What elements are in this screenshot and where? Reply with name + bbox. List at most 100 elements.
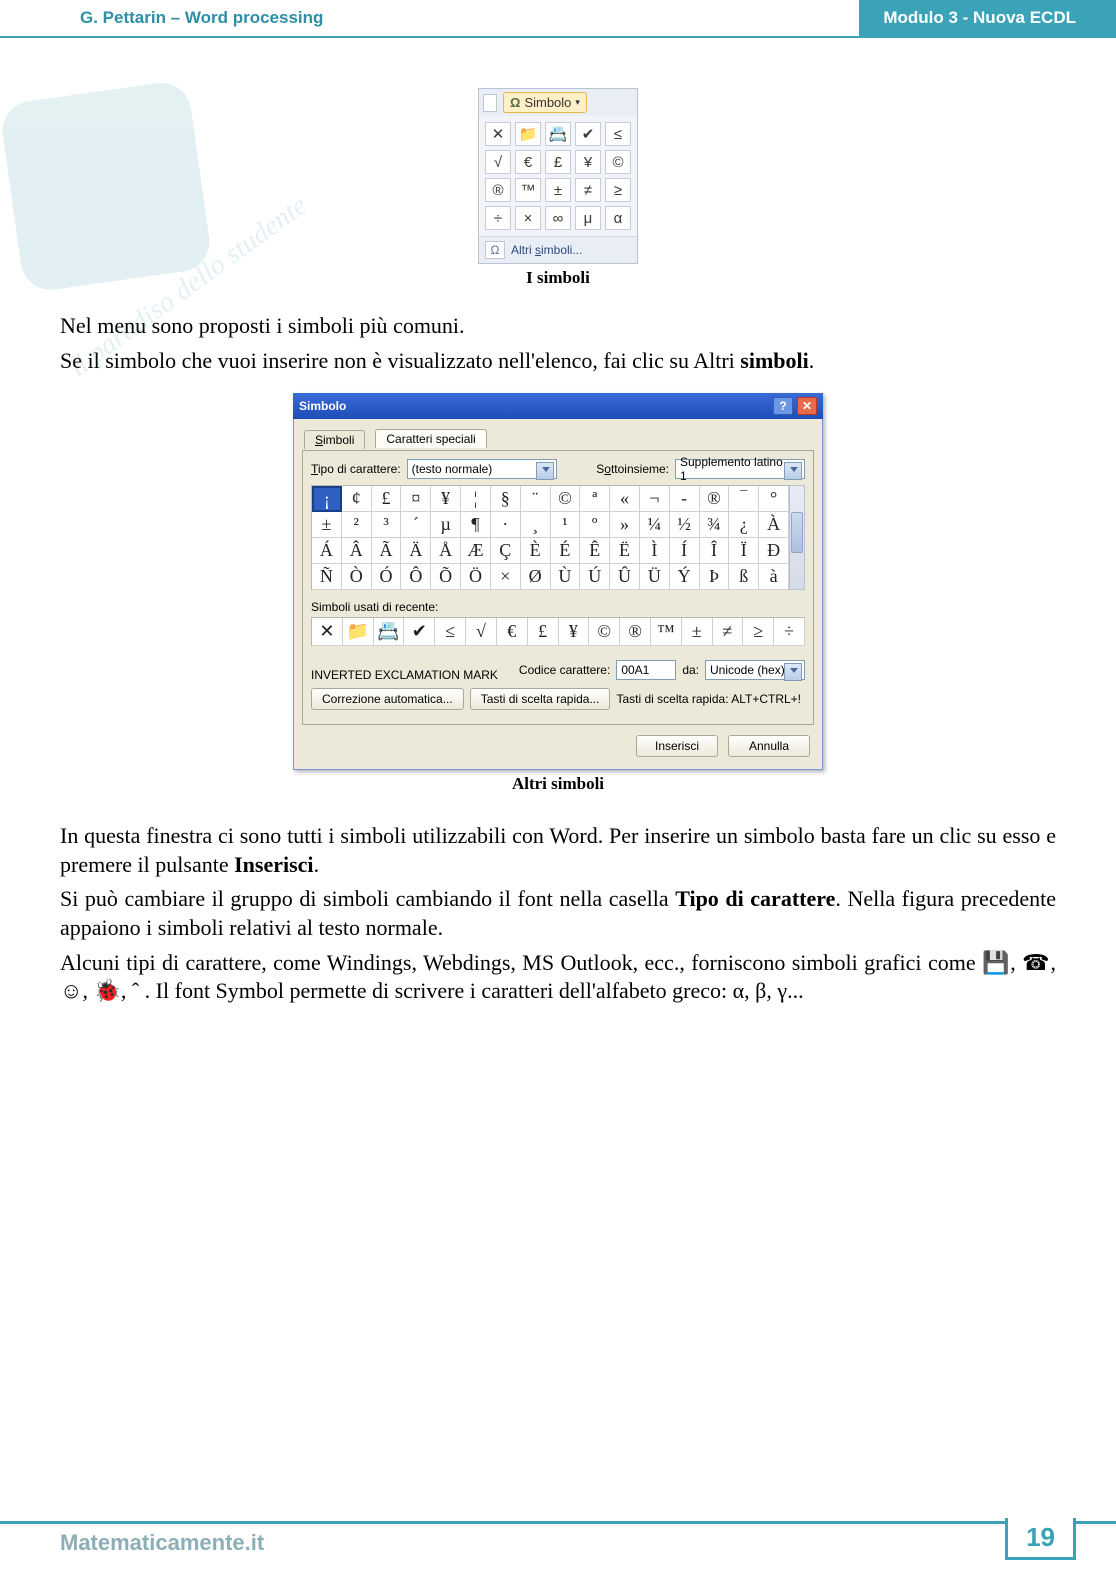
char-cell[interactable]: ×: [491, 564, 521, 590]
symbol-cell[interactable]: £: [545, 150, 571, 174]
symbol-cell[interactable]: ≤: [605, 122, 631, 146]
shortcut-button[interactable]: Tasti di scelta rapida...: [470, 688, 611, 710]
char-cell[interactable]: ¸: [521, 512, 551, 538]
char-cell[interactable]: ³: [372, 512, 402, 538]
char-cell[interactable]: Í: [670, 538, 700, 564]
symbol-cell[interactable]: ✕: [485, 122, 511, 146]
char-cell[interactable]: ¼: [640, 512, 670, 538]
char-cell[interactable]: º: [580, 512, 610, 538]
char-cell[interactable]: Ã: [372, 538, 402, 564]
symbol-cell[interactable]: ∞: [545, 206, 571, 230]
code-input[interactable]: 00A1: [616, 660, 676, 680]
symbol-cell[interactable]: 📁: [515, 122, 541, 146]
symbol-cell[interactable]: ✔: [575, 122, 601, 146]
symbol-cell[interactable]: ±: [545, 178, 571, 202]
help-button[interactable]: ?: [773, 397, 793, 415]
symbol-cell[interactable]: ÷: [485, 206, 511, 230]
char-cell[interactable]: ·: [491, 512, 521, 538]
char-cell[interactable]: ´: [401, 512, 431, 538]
recent-symbols-grid[interactable]: ✕📁📇✔≤√€£¥©®™±≠≥÷: [311, 617, 805, 646]
recent-char-cell[interactable]: €: [497, 618, 528, 646]
recent-char-cell[interactable]: ±: [682, 618, 713, 646]
recent-char-cell[interactable]: ®: [620, 618, 651, 646]
autocorrect-button[interactable]: Correzione automatica...: [311, 688, 464, 710]
symbol-dropdown-button[interactable]: Ω Simbolo ▾: [503, 92, 587, 113]
char-cell[interactable]: Ø: [521, 564, 551, 590]
char-cell[interactable]: Ó: [372, 564, 402, 590]
recent-char-cell[interactable]: √: [466, 618, 497, 646]
symbol-cell[interactable]: μ: [575, 206, 601, 230]
symbol-cell[interactable]: €: [515, 150, 541, 174]
char-cell[interactable]: Ò: [342, 564, 372, 590]
recent-char-cell[interactable]: ÷: [774, 618, 805, 646]
symbol-cell[interactable]: ®: [485, 178, 511, 202]
font-select[interactable]: (testo normale): [407, 459, 557, 479]
char-cell[interactable]: Û: [610, 564, 640, 590]
char-cell[interactable]: ¿: [729, 512, 759, 538]
char-cell[interactable]: ½: [670, 512, 700, 538]
symbol-cell[interactable]: 📇: [545, 122, 571, 146]
recent-char-cell[interactable]: ™: [651, 618, 682, 646]
char-cell[interactable]: »: [610, 512, 640, 538]
char-cell[interactable]: «: [610, 486, 640, 512]
recent-char-cell[interactable]: ✔: [404, 618, 435, 646]
char-cell[interactable]: Ù: [551, 564, 581, 590]
char-cell[interactable]: Ä: [401, 538, 431, 564]
recent-char-cell[interactable]: £: [528, 618, 559, 646]
symbol-cell[interactable]: ≥: [605, 178, 631, 202]
char-cell[interactable]: Ú: [580, 564, 610, 590]
tab-symbols[interactable]: Simboli: [304, 430, 365, 449]
recent-char-cell[interactable]: ¥: [559, 618, 590, 646]
symbol-cell[interactable]: α: [605, 206, 631, 230]
char-cell[interactable]: Ë: [610, 538, 640, 564]
char-cell[interactable]: £: [372, 486, 402, 512]
recent-char-cell[interactable]: ©: [589, 618, 620, 646]
char-cell[interactable]: Õ: [431, 564, 461, 590]
char-cell[interactable]: ¾: [700, 512, 730, 538]
tab-special-chars[interactable]: Caratteri speciali: [375, 429, 486, 448]
char-cell[interactable]: È: [521, 538, 551, 564]
symbol-cell[interactable]: ™: [515, 178, 541, 202]
char-cell[interactable]: Â: [342, 538, 372, 564]
recent-char-cell[interactable]: ≤: [435, 618, 466, 646]
char-cell[interactable]: ¤: [401, 486, 431, 512]
close-button[interactable]: ✕: [797, 397, 817, 415]
more-symbols-link[interactable]: Ω Altri simboli...: [479, 236, 637, 263]
char-cell[interactable]: ‾: [729, 486, 759, 512]
recent-char-cell[interactable]: 📁: [343, 618, 374, 646]
char-cell[interactable]: Ç: [491, 538, 521, 564]
char-cell[interactable]: Æ: [461, 538, 491, 564]
char-cell[interactable]: Ý: [670, 564, 700, 590]
recent-char-cell[interactable]: ≥: [743, 618, 774, 646]
recent-char-cell[interactable]: 📇: [374, 618, 405, 646]
char-cell[interactable]: Î: [700, 538, 730, 564]
char-cell[interactable]: Ì: [640, 538, 670, 564]
char-cell[interactable]: Ô: [401, 564, 431, 590]
recent-char-cell[interactable]: ≠: [713, 618, 744, 646]
char-cell[interactable]: Å: [431, 538, 461, 564]
char-cell[interactable]: Ð: [759, 538, 789, 564]
grid-scrollbar[interactable]: [789, 485, 805, 590]
char-cell[interactable]: ¢: [342, 486, 372, 512]
char-cell[interactable]: ¶: [461, 512, 491, 538]
character-grid[interactable]: ¡¢£¤¥¦§¨©ª«¬-®‾°±²³´µ¶·¸¹º»¼½¾¿ÀÁÂÃÄÅÆÇÈ…: [311, 485, 789, 590]
char-cell[interactable]: ¡: [312, 486, 342, 512]
symbol-cell[interactable]: √: [485, 150, 511, 174]
char-cell[interactable]: Ü: [640, 564, 670, 590]
char-cell[interactable]: ±: [312, 512, 342, 538]
symbol-cell[interactable]: ×: [515, 206, 541, 230]
char-cell[interactable]: Á: [312, 538, 342, 564]
char-cell[interactable]: -: [670, 486, 700, 512]
insert-button[interactable]: Inserisci: [636, 735, 718, 757]
char-cell[interactable]: ß: [729, 564, 759, 590]
symbol-cell[interactable]: ¥: [575, 150, 601, 174]
char-cell[interactable]: ©: [551, 486, 581, 512]
char-cell[interactable]: ¥: [431, 486, 461, 512]
char-cell[interactable]: ¹: [551, 512, 581, 538]
char-cell[interactable]: ¦: [461, 486, 491, 512]
char-cell[interactable]: Þ: [700, 564, 730, 590]
char-cell[interactable]: ²: [342, 512, 372, 538]
char-cell[interactable]: Ê: [580, 538, 610, 564]
char-cell[interactable]: ®: [700, 486, 730, 512]
symbol-cell[interactable]: ©: [605, 150, 631, 174]
